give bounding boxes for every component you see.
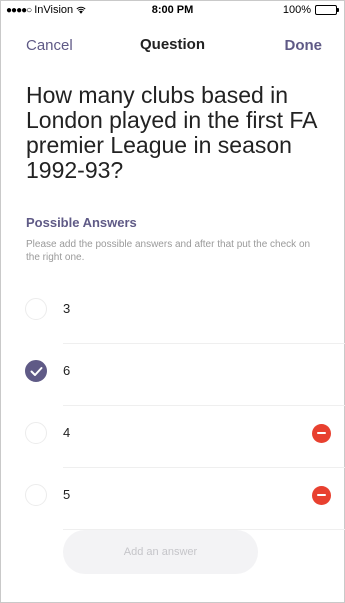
remove-answer-icon[interactable]: [312, 424, 331, 443]
answer-row: 4: [0, 406, 345, 468]
answer-row: 3: [0, 282, 345, 344]
answer-value[interactable]: 5: [63, 487, 70, 502]
nav-bar: Cancel Question Done: [0, 28, 345, 62]
answers-section-hint: Please add the possible answers and afte…: [26, 239, 311, 263]
answer-radio-checked[interactable]: [25, 360, 47, 382]
answer-radio[interactable]: [25, 298, 47, 320]
answer-radio[interactable]: [25, 422, 47, 444]
answer-row: 5: [0, 468, 345, 530]
answer-value[interactable]: 3: [63, 301, 70, 316]
answers-section-title: Possible Answers: [26, 215, 137, 230]
status-bar: ●●●●○ InVision 8:00 PM 100%: [0, 0, 345, 20]
answers-list: 3 6 4 5: [0, 282, 345, 530]
battery-percent: 100%: [282, 4, 311, 16]
add-answer-button[interactable]: Add an answer: [63, 530, 258, 574]
answer-value[interactable]: 6: [63, 363, 70, 378]
answer-radio[interactable]: [25, 484, 47, 506]
check-icon: [30, 367, 43, 376]
question-text: How many clubs based in London played in…: [26, 82, 317, 183]
remove-answer-icon[interactable]: [312, 486, 331, 505]
answer-row: 6: [0, 344, 345, 406]
answer-value[interactable]: 4: [63, 425, 70, 440]
status-right: 100%: [282, 4, 339, 16]
done-button[interactable]: Done: [285, 37, 323, 54]
battery-icon: [315, 5, 339, 15]
